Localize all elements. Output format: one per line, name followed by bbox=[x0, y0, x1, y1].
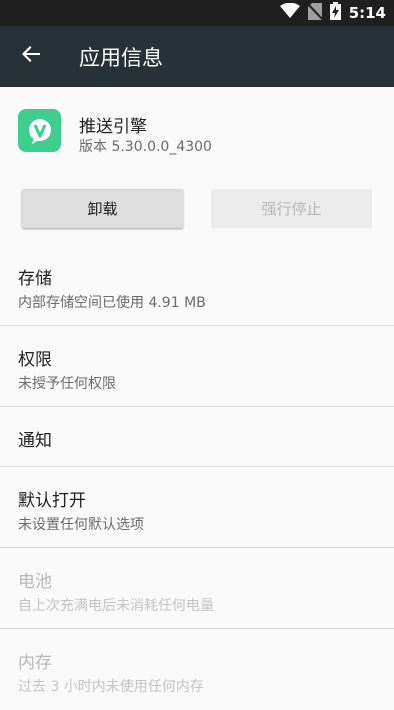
battery-charging-icon bbox=[329, 2, 341, 24]
list-item-subtitle: 未授予任何权限 bbox=[18, 376, 116, 392]
list-item-title: 电池 bbox=[18, 572, 52, 592]
no-sim-icon bbox=[306, 2, 323, 24]
list-item-title: 内存 bbox=[18, 653, 52, 673]
app-settings-list: 存储 内部存储空间已使用 4.91 MB 权限 未授予任何权限 通知 默认打开 … bbox=[0, 245, 394, 710]
list-item-notifications[interactable]: 通知 bbox=[0, 407, 394, 467]
force-stop-button[interactable]: 强行停止 bbox=[211, 189, 372, 228]
status-time: 5:14 bbox=[348, 4, 386, 22]
app-bar: 应用信息 bbox=[0, 26, 394, 87]
app-version: 版本 5.30.0.0_4300 bbox=[79, 139, 212, 155]
list-item-title: 存储 bbox=[18, 269, 52, 289]
list-item-battery: 电池 自上次充满电后未消耗任何电量 bbox=[0, 548, 394, 629]
status-icons: 5:14 bbox=[279, 0, 386, 26]
wifi-icon bbox=[279, 2, 300, 23]
list-item-storage[interactable]: 存储 内部存储空间已使用 4.91 MB bbox=[0, 245, 394, 326]
arrow-back-icon bbox=[21, 44, 41, 68]
app-name: 推送引擎 bbox=[79, 117, 147, 137]
status-bar: 5:14 bbox=[0, 0, 394, 26]
list-item-title: 权限 bbox=[18, 350, 52, 370]
list-item-subtitle: 内部存储空间已使用 4.91 MB bbox=[18, 295, 206, 311]
page-title: 应用信息 bbox=[79, 46, 163, 70]
app-header: 推送引擎 版本 5.30.0.0_4300 bbox=[0, 87, 394, 182]
list-item-subtitle: 未设置任何默认选项 bbox=[18, 517, 144, 533]
list-item-memory: 内存 过去 3 小时内未使用任何内存 bbox=[0, 629, 394, 710]
list-item-permissions[interactable]: 权限 未授予任何权限 bbox=[0, 326, 394, 407]
list-item-open-by-default[interactable]: 默认打开 未设置任何默认选项 bbox=[0, 467, 394, 548]
uninstall-button[interactable]: 卸载 bbox=[22, 189, 183, 228]
list-item-title: 通知 bbox=[18, 431, 52, 451]
app-icon bbox=[18, 109, 61, 152]
app-logo-icon bbox=[28, 118, 51, 144]
list-item-subtitle: 过去 3 小时内未使用任何内存 bbox=[18, 679, 204, 695]
back-button[interactable] bbox=[14, 39, 48, 73]
list-item-title: 默认打开 bbox=[18, 491, 86, 511]
list-item-subtitle: 自上次充满电后未消耗任何电量 bbox=[18, 598, 214, 614]
